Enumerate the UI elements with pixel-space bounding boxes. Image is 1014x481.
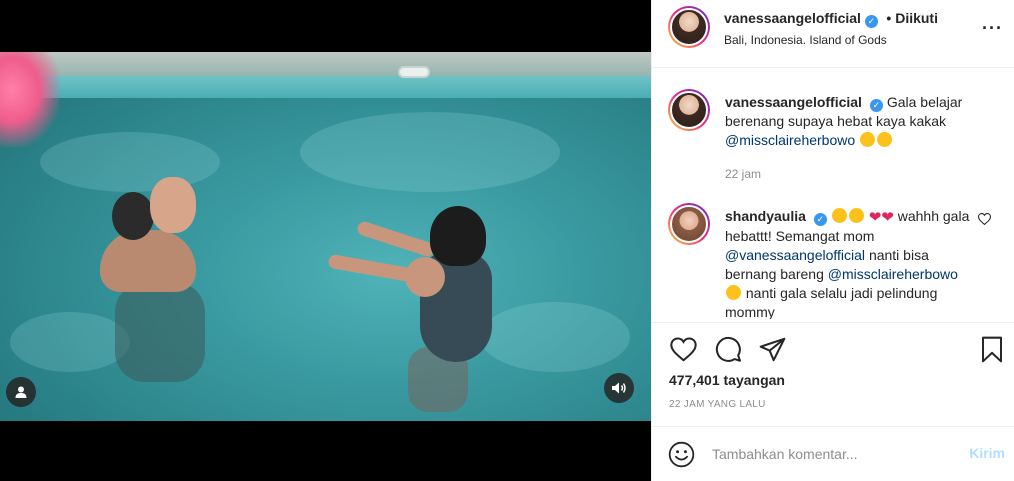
caption-username[interactable]: vanessaangelofficial [725,94,862,110]
caption-text: vanessaangelofficial ✓ Gala belajar beren… [725,94,963,148]
avatar[interactable] [668,89,710,131]
mention-link[interactable]: @missclaireherbowo [725,132,855,148]
baby-figure [150,177,196,233]
man-figure [100,230,196,292]
comment-like-icon[interactable] [977,213,992,228]
avatar[interactable] [668,203,710,245]
kiss-emoji-icon [877,132,893,147]
caption-time[interactable]: 22 jam [725,167,761,181]
more-options-icon[interactable]: ··· [982,18,1003,39]
pool-skimmer [398,66,430,78]
heart-emoji-icon: ❤ [881,209,894,226]
speaker-icon[interactable] [604,373,634,403]
media-panel [0,0,651,481]
comment-form: Kirim [652,426,1014,481]
verified-badge-icon: ✓ [864,15,878,28]
verified-badge-icon: ✓ [813,213,827,226]
post-time[interactable]: 22 JAM YANG LALU [669,399,766,410]
bookmark-icon[interactable] [977,334,1007,364]
comment-text: shandyaulia ✓ ❤❤ wahhh gala hebattt! Sema… [725,208,970,319]
mention-link[interactable]: @missclaireherbowo [828,266,958,282]
action-bar [652,330,1014,370]
star-eyes-emoji-icon [831,208,847,223]
verified-badge-icon: ✓ [869,99,883,112]
share-icon[interactable] [757,334,787,364]
view-count[interactable]: 477,401 tayangan [669,372,785,388]
emoji-icon[interactable] [668,441,695,473]
avatar[interactable] [668,6,710,48]
star-eyes-emoji-icon [726,285,741,300]
location-link[interactable]: Bali, Indonesia. Island of Gods [724,33,887,47]
heart-emoji-icon: ❤ [868,209,882,226]
video-player[interactable] [0,52,651,421]
post-header: vanessaangelofficial ✓ • Diikuti Bali, In… [652,0,1014,68]
post-sidebar: vanessaangelofficial ✓ • Diikuti Bali, In… [651,0,1014,481]
kiss-emoji-icon [860,132,876,147]
mention-link[interactable]: @vanessaangelofficial [725,247,865,263]
comments-list[interactable]: vanessaangelofficial ✓ Gala belajar beren… [652,69,1014,319]
comment-icon[interactable] [713,334,743,364]
comment-username[interactable]: shandyaulia [725,208,806,224]
heart-icon[interactable] [668,334,698,364]
post-comment-button[interactable]: Kirim [969,445,1005,461]
comment-input[interactable] [712,439,952,469]
star-eyes-emoji-icon [848,208,864,223]
header-username[interactable]: vanessaangelofficial [724,10,861,26]
follow-status[interactable]: • Diikuti [886,10,938,26]
pink-float [0,52,60,147]
user-tag-icon[interactable] [6,377,36,407]
